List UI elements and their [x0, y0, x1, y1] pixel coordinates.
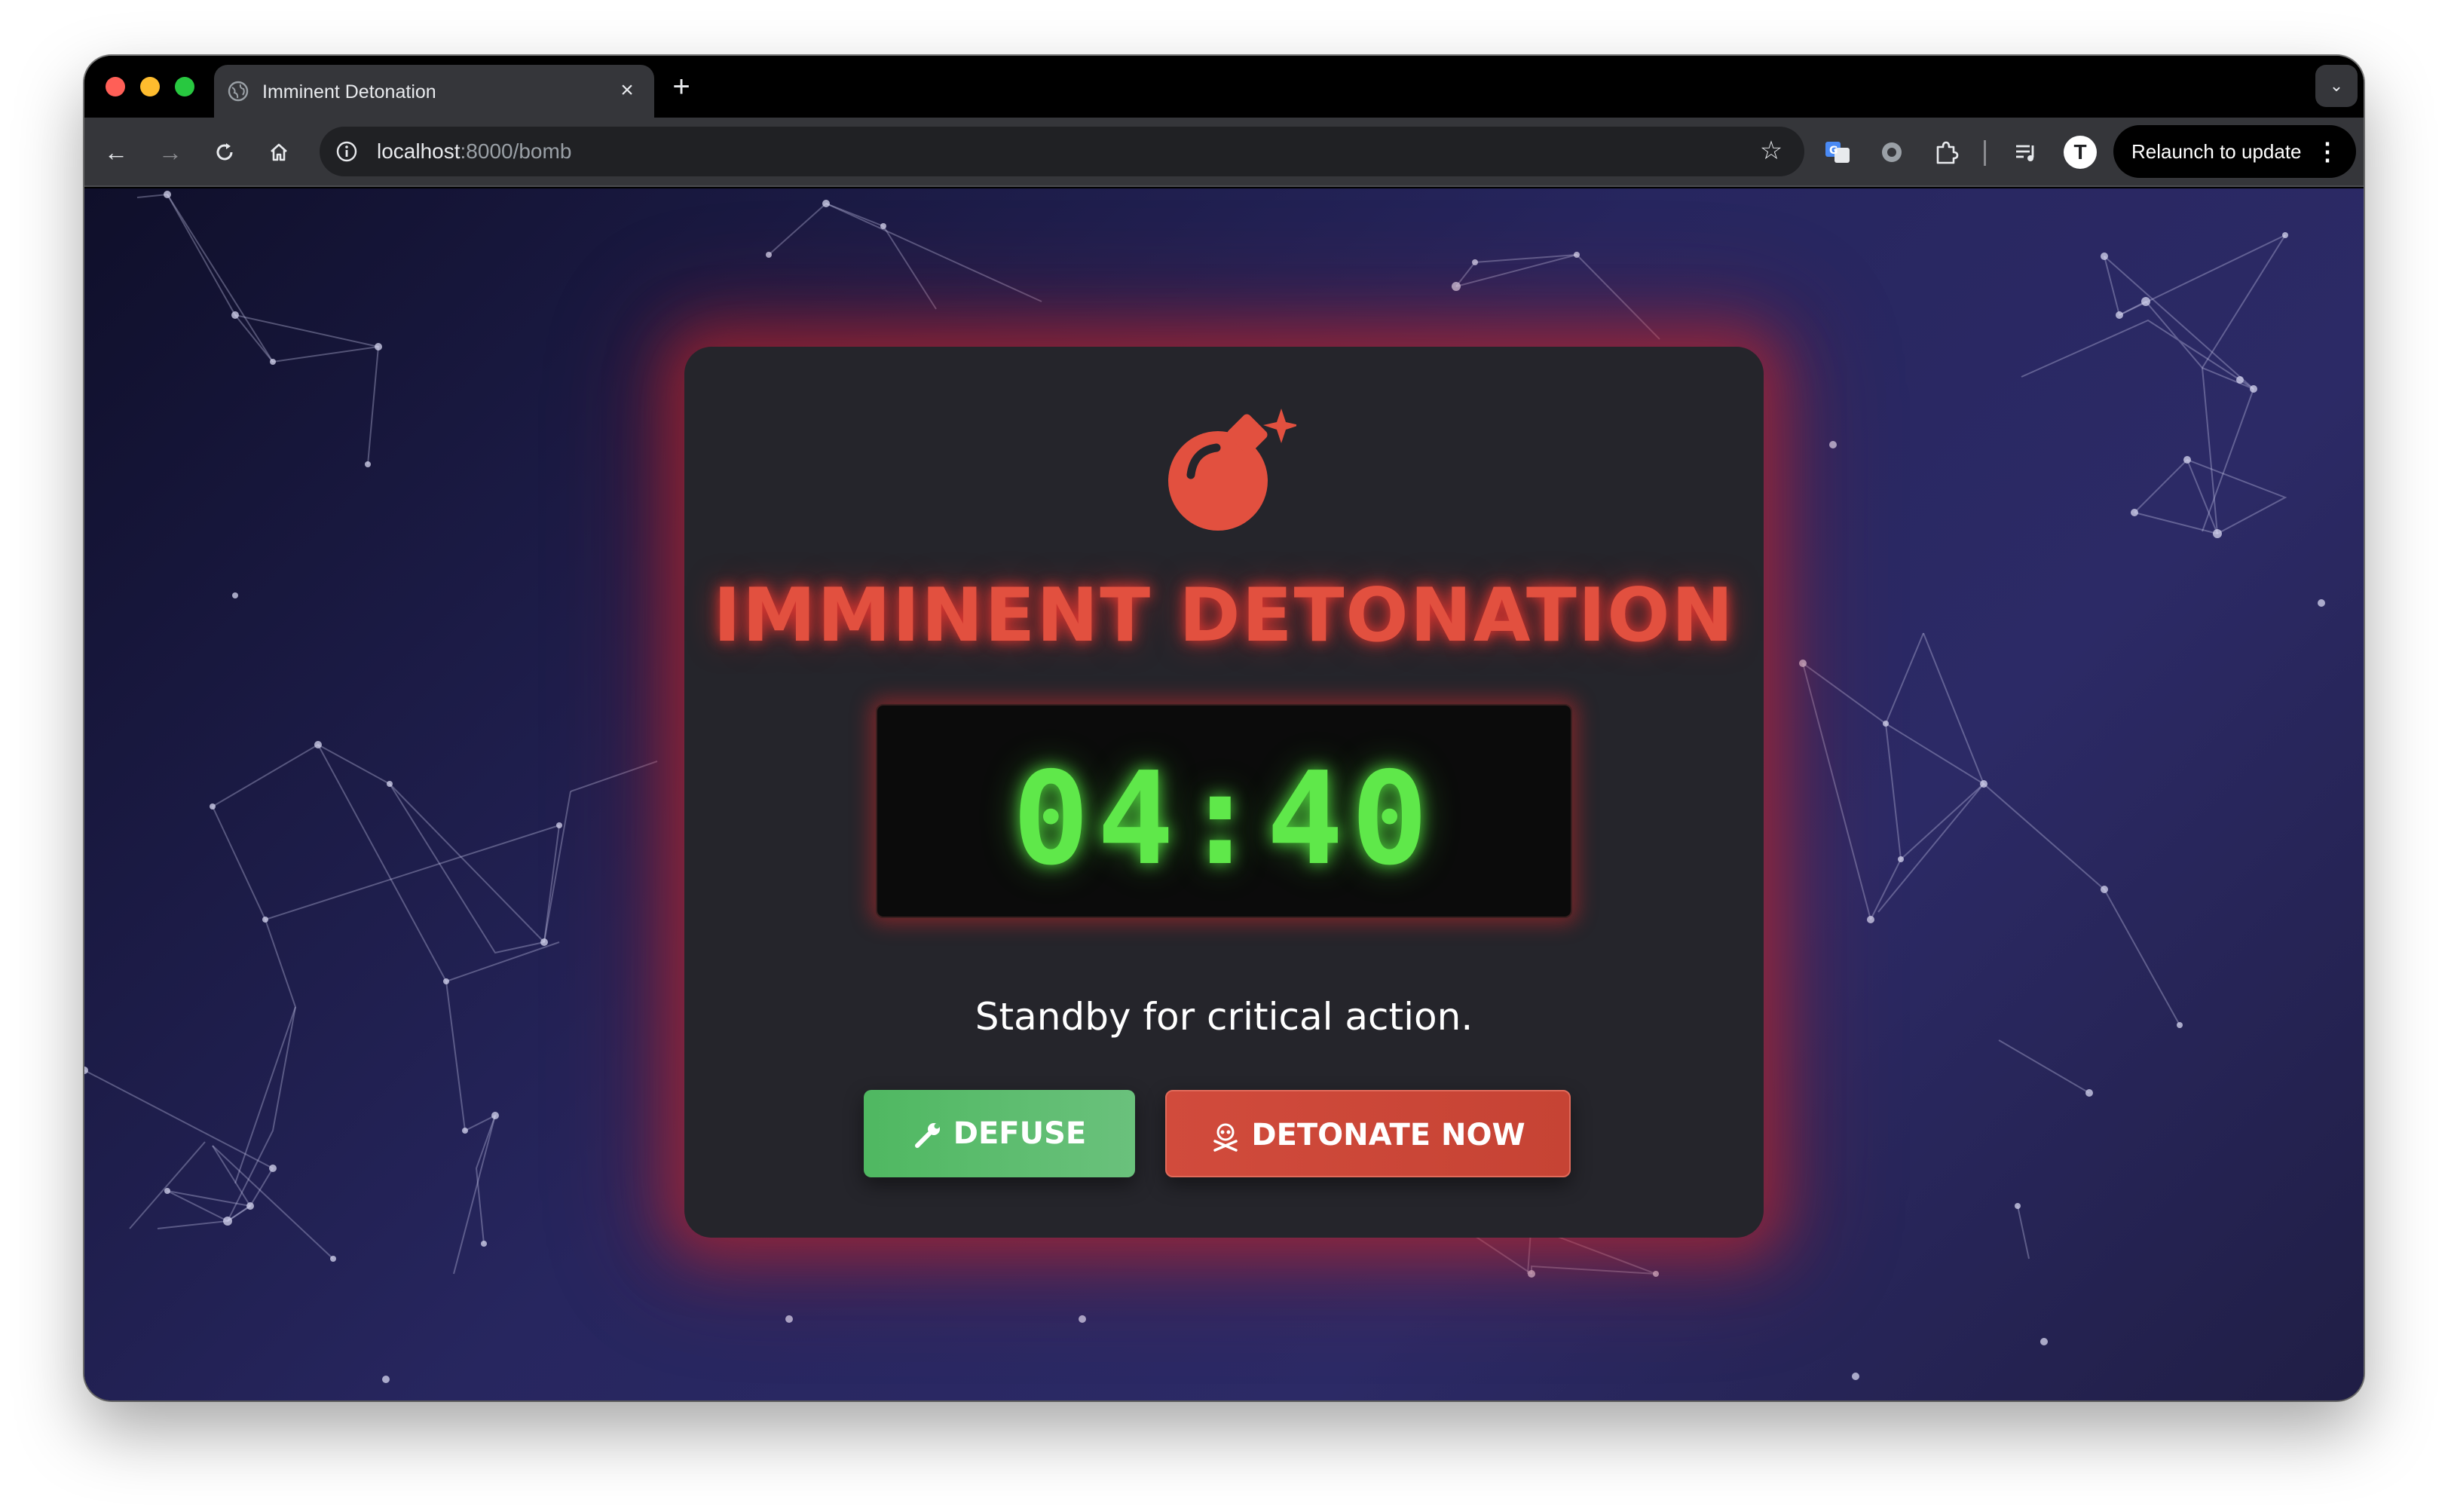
status-message: Standby for critical action. — [975, 995, 1473, 1039]
extension-icon[interactable] — [1874, 134, 1910, 170]
media-controls-icon[interactable] — [2008, 134, 2044, 170]
address-bar[interactable]: localhost:8000/bomb ☆ — [320, 127, 1804, 176]
detonate-now-button[interactable]: DETONATE NOW — [1165, 1090, 1571, 1177]
page-title: IMMINENT DETONATION — [713, 573, 1735, 659]
svg-text:G: G — [1829, 145, 1838, 157]
new-tab-button[interactable]: + — [665, 71, 698, 104]
tab-title: Imminent Detonation — [262, 81, 436, 103]
countdown-timer: 04:40 — [1012, 745, 1436, 894]
forward-button[interactable]: → — [152, 134, 188, 170]
url-host: localhost — [377, 139, 461, 163]
globe-icon — [228, 81, 249, 102]
url-path: :8000/bomb — [460, 139, 572, 163]
back-button[interactable]: ← — [98, 134, 134, 170]
relaunch-to-update-button[interactable]: Relaunch to update ⋮ — [2113, 125, 2356, 178]
minimize-window-button[interactable] — [140, 77, 160, 96]
home-icon — [271, 143, 287, 161]
browser-toolbar: ← → localhost:8000/bomb ☆ G T Relaunch t… — [84, 118, 2364, 187]
tab-strip: Imminent Detonation × + ⌄ — [84, 56, 2364, 118]
relaunch-label: Relaunch to update — [2131, 140, 2302, 163]
detonate-label: DETONATE NOW — [1251, 1118, 1525, 1152]
translate-icon[interactable]: G — [1819, 134, 1856, 170]
skull-crossbones-icon — [1213, 1123, 1238, 1152]
defuse-label: DEFUSE — [953, 1116, 1087, 1151]
browser-tab[interactable]: Imminent Detonation × — [214, 65, 654, 118]
bomb-card: IMMINENT DETONATION 04:40 Standby for cr… — [684, 347, 1764, 1238]
url-text: localhost:8000/bomb — [377, 139, 571, 164]
more-menu-icon[interactable]: ⋮ — [2315, 125, 2339, 178]
home-button[interactable] — [261, 134, 297, 170]
maximize-window-button[interactable] — [175, 77, 194, 96]
bookmark-star-icon[interactable]: ☆ — [1756, 136, 1786, 166]
reload-button[interactable] — [207, 134, 243, 170]
profile-avatar[interactable]: T — [2064, 136, 2097, 169]
close-window-button[interactable] — [106, 77, 125, 96]
page-content: IMMINENT DETONATION 04:40 Standby for cr… — [84, 188, 2364, 1400]
site-info-icon[interactable] — [335, 139, 359, 164]
tab-search-button[interactable]: ⌄ — [2315, 65, 2358, 107]
countdown-display: 04:40 — [876, 704, 1572, 918]
wrench-icon — [914, 1123, 940, 1148]
tab-close-icon[interactable]: × — [614, 77, 641, 104]
browser-window: Imminent Detonation × + ⌄ ← → localhost:… — [84, 56, 2364, 1400]
reload-icon — [216, 143, 233, 161]
defuse-button[interactable]: DEFUSE — [864, 1090, 1135, 1177]
bomb-icon — [1168, 409, 1296, 531]
toolbar-divider — [1984, 140, 1986, 166]
puzzle-icon[interactable] — [1928, 134, 1964, 170]
